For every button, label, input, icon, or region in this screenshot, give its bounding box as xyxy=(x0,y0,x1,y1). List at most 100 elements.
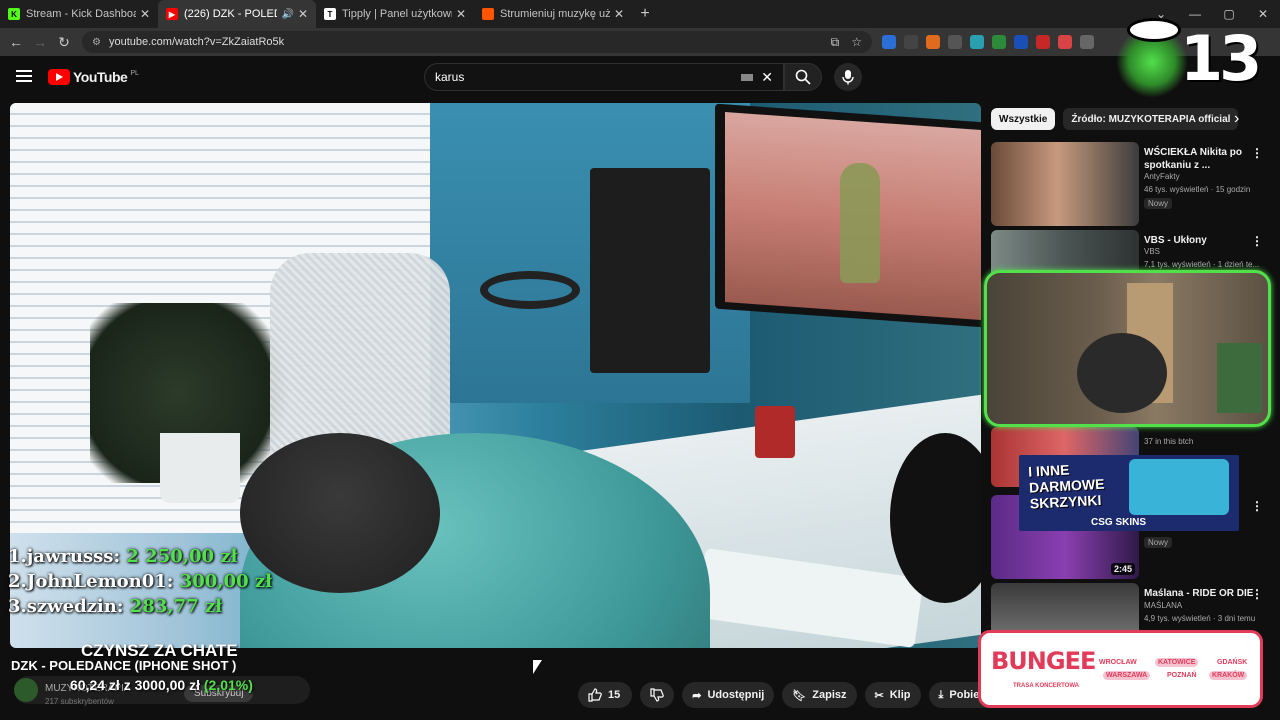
donor-name: szwedzin: xyxy=(26,596,124,617)
chevron-right-icon[interactable]: › xyxy=(1234,110,1239,128)
clip-button[interactable]: ✂ Klip xyxy=(864,682,921,708)
tab-title: (226) DZK - POLEDANCE (IP xyxy=(184,8,277,20)
mouse-cursor xyxy=(533,660,542,674)
more-vert-icon[interactable]: ⋮ xyxy=(1251,587,1263,601)
logo-text: YouTube xyxy=(73,69,128,85)
skin-case-image xyxy=(1129,459,1229,515)
search-button[interactable] xyxy=(784,63,822,91)
rank: 2. xyxy=(8,571,27,592)
dancing-alien xyxy=(840,163,880,283)
recommendation-item[interactable]: WŚCIEKŁA Nikita po spotkaniu z ... AntyF… xyxy=(991,142,1271,226)
recommendation-title[interactable]: VBS - Ukłony xyxy=(1144,234,1254,247)
video-actions: 15 ➦ Udostępnij 🔖︎ Zapisz ✂ Klip ⤓ Pobie… xyxy=(578,682,1034,708)
donation-leaderboard: 1.jawrusss: 2 250,00 zł 2.JohnLemon01: 3… xyxy=(8,544,272,619)
donor-amount: 2 250,00 zł xyxy=(126,546,238,567)
recommendation-meta: 7,1 tys. wyświetleń · 1 dzień te... xyxy=(1144,260,1260,269)
more-vert-icon[interactable]: ⋮ xyxy=(1251,146,1263,160)
menu-icon[interactable] xyxy=(16,70,32,82)
url-field[interactable]: ⚙ youtube.com/watch?v=ZkZaiatRo5k ⧉ ☆ xyxy=(82,31,872,53)
recommendation-channel[interactable]: AntyFakty xyxy=(1144,172,1180,181)
back-button[interactable]: ← xyxy=(4,34,28,50)
recommendation-title[interactable]: WŚCIEKŁA Nikita po spotkaniu z ... xyxy=(1144,146,1254,172)
close-icon[interactable]: ✕ xyxy=(614,7,624,21)
share-button[interactable]: ➦ Udostępnij xyxy=(682,682,775,708)
extension-icon[interactable] xyxy=(948,35,962,49)
recommendation-title[interactable]: Maślana - RIDE OR DIE xyxy=(1144,587,1254,600)
extension-icon[interactable] xyxy=(1058,35,1072,49)
youtube-icon: ▶ xyxy=(166,8,178,20)
leaderboard-row: 1.jawrusss: 2 250,00 zł xyxy=(8,544,272,569)
recommendation-channel[interactable]: 37 in this btch xyxy=(1144,437,1193,446)
donor-name: jawrusss: xyxy=(26,546,121,567)
bookmark-icon: 🔖︎ xyxy=(792,689,807,702)
like-button[interactable]: 15 xyxy=(578,682,633,708)
new-badge: Nowy xyxy=(1144,198,1173,209)
more-vert-icon[interactable]: ⋮ xyxy=(1251,234,1263,248)
chip-source[interactable]: Źródło: MUZYKOTERAPIA official xyxy=(1063,108,1239,130)
leaderboard-row: 3.szwedzin: 283,77 zł xyxy=(8,594,272,619)
extension-icon[interactable] xyxy=(1080,35,1094,49)
reload-button[interactable]: ↻ xyxy=(52,34,76,51)
tour-city: KRAKÓW xyxy=(1209,671,1248,680)
tab-kick-dashboard[interactable]: K Stream - Kick Dashboard ✕ xyxy=(0,0,158,28)
donor-name: JohnLemon01: xyxy=(26,571,174,592)
clip-label: Klip xyxy=(889,689,911,701)
youtube-logo[interactable]: YouTube PL xyxy=(48,69,139,85)
rent-percent: (2,01%) xyxy=(203,677,253,693)
extension-icon[interactable] xyxy=(992,35,1006,49)
webcam-streamer xyxy=(1077,333,1167,413)
close-icon[interactable]: ✕ xyxy=(140,7,150,21)
address-bar-row: ← → ↻ ⚙ youtube.com/watch?v=ZkZaiatRo5k … xyxy=(0,28,1280,56)
promo-brand: CSG SKINS xyxy=(1091,517,1147,528)
tab-tipply[interactable]: T Tipply | Panel użytkownika ✕ xyxy=(316,0,474,28)
search-icon xyxy=(795,69,811,85)
dislike-button[interactable] xyxy=(640,682,675,708)
tour-city: WARSZAWA xyxy=(1103,671,1151,680)
extension-icon[interactable] xyxy=(882,35,896,49)
donor-amount: 300,00 zł xyxy=(179,571,273,592)
tab-youtube-video[interactable]: ▶ (226) DZK - POLEDANCE (IP 🔊 ✕ xyxy=(158,0,316,28)
maximize-button[interactable]: ▢ xyxy=(1212,7,1246,21)
close-icon[interactable]: ✕ xyxy=(298,7,308,21)
chip-all[interactable]: Wszystkie xyxy=(991,108,1056,130)
youtube-header: YouTube PL karus ✕ xyxy=(0,56,1280,100)
extension-icon[interactable] xyxy=(1036,35,1050,49)
extension-icon[interactable] xyxy=(1014,35,1028,49)
star-icon[interactable]: ☆ xyxy=(851,35,862,50)
donor-amount: 283,77 zł xyxy=(129,596,223,617)
close-window-button[interactable]: ✕ xyxy=(1246,7,1280,21)
search-input[interactable]: karus ✕ xyxy=(424,63,784,91)
extension-icon[interactable] xyxy=(926,35,940,49)
close-icon[interactable]: ✕ xyxy=(456,7,466,21)
keyboard-icon[interactable] xyxy=(741,73,754,81)
site-info-icon[interactable]: ⚙ xyxy=(92,37,101,48)
thumbs-up-icon xyxy=(588,688,602,702)
install-icon[interactable]: ⧉ xyxy=(831,35,840,50)
leaderboard-row: 2.JohnLemon01: 300,00 zł xyxy=(8,569,272,594)
sidebar-chips: Wszystkie Źródło: MUZYKOTERAPIA official xyxy=(991,108,1239,130)
audio-icon[interactable]: 🔊 xyxy=(281,9,293,20)
browser-tab-bar: K Stream - Kick Dashboard ✕ ▶ (226) DZK … xyxy=(0,0,1280,28)
tour-city: GDAŃSK xyxy=(1217,659,1248,666)
tab-soundcloud[interactable]: Strumieniuj muzykę użytkownik ✕ xyxy=(474,0,632,28)
rank: 3. xyxy=(8,596,27,617)
tipply-icon: T xyxy=(324,8,336,20)
extension-icon[interactable] xyxy=(970,35,984,49)
url-text: youtube.com/watch?v=ZkZaiatRo5k xyxy=(108,36,285,48)
channel-avatar[interactable] xyxy=(14,678,38,702)
recommendation-meta: 46 tys. wyświetleń · 15 godzin xyxy=(1144,185,1251,194)
counter-number: 13 xyxy=(1180,22,1262,95)
more-vert-icon[interactable]: ⋮ xyxy=(1251,499,1263,513)
search-value: karus xyxy=(435,70,465,84)
clear-icon[interactable]: ✕ xyxy=(761,69,773,86)
voice-search-button[interactable] xyxy=(834,63,862,91)
recommendation-channel[interactable]: MAŚLANA xyxy=(1144,601,1182,610)
extension-icon[interactable] xyxy=(904,35,918,49)
minimize-button[interactable]: — xyxy=(1178,7,1212,21)
recommendation-channel[interactable]: VBS xyxy=(1144,247,1160,256)
save-button[interactable]: 🔖︎ Zapisz xyxy=(782,682,857,708)
forward-button[interactable]: → xyxy=(28,34,52,50)
thumbnail[interactable] xyxy=(991,142,1139,226)
new-tab-button[interactable]: + xyxy=(632,5,658,23)
tab-title: Tipply | Panel użytkownika xyxy=(342,8,452,20)
